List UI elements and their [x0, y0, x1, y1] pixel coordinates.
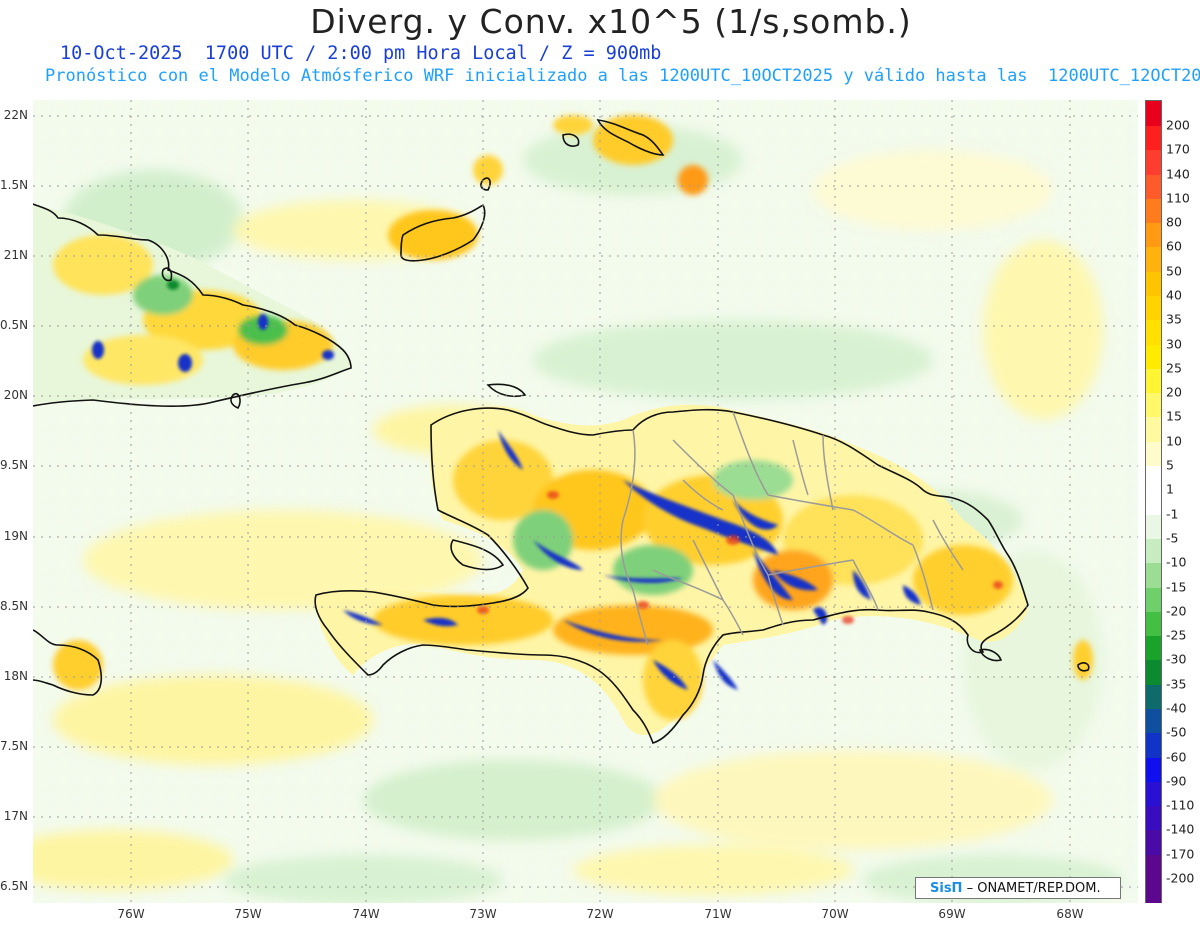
colorbar-label: -1: [1166, 506, 1179, 522]
colorbar-segment: [1146, 344, 1161, 370]
lat-label: 1.5N: [0, 178, 29, 192]
colorbar-label: 5: [1166, 457, 1174, 473]
lon-label: 70W: [821, 907, 849, 921]
colorbar-label: -170: [1166, 846, 1195, 862]
colorbar-label: 30: [1166, 336, 1182, 352]
colorbar-label: 25: [1166, 360, 1182, 376]
credit-brand: SisΠ: [930, 881, 963, 896]
colorbar: [1145, 100, 1162, 903]
colorbar-label: 50: [1166, 263, 1182, 279]
colorbar-segment: [1146, 538, 1161, 565]
colorbar-segment: [1146, 174, 1161, 200]
lat-label: 18N: [3, 669, 28, 683]
lon-label: 76W: [117, 907, 145, 921]
colorbar-segment: [1146, 733, 1161, 759]
colorbar-label: -50: [1166, 724, 1187, 740]
colorbar-label: -40: [1166, 700, 1187, 716]
colorbar-label: -90: [1166, 773, 1187, 789]
colorbar-label: 110: [1166, 190, 1190, 206]
colorbar-segment: [1146, 320, 1161, 346]
colorbar-segment: [1146, 247, 1161, 273]
colorbar-label: 170: [1166, 141, 1190, 157]
lat-label: 20N: [3, 388, 28, 402]
lat-label: 0.5N: [0, 318, 29, 332]
colorbar-segment: [1146, 296, 1161, 322]
colorbar-segment: [1146, 441, 1161, 468]
colorbar-segment: [1146, 806, 1161, 832]
lon-label: 73W: [469, 907, 497, 921]
colorbar-segment: [1146, 150, 1161, 176]
colorbar-segment: [1146, 271, 1161, 298]
colorbar-segment: [1146, 611, 1161, 638]
colorbar-segment: [1146, 854, 1161, 880]
colorbar-segment: [1146, 490, 1161, 516]
lon-label: 71W: [704, 907, 732, 921]
colorbar-segment: [1146, 708, 1161, 735]
colorbar-label: -20: [1166, 603, 1187, 619]
lon-label: 68W: [1056, 907, 1084, 921]
colorbar-label: -60: [1166, 749, 1187, 765]
credit-box: SisΠ – ONAMET/REP.DOM.: [915, 877, 1121, 899]
colorbar-segment: [1146, 417, 1161, 443]
colorbar-label: -110: [1166, 797, 1195, 813]
colorbar-segment: [1146, 514, 1161, 540]
lat-label: 17N: [3, 809, 28, 823]
colorbar-segment: [1146, 757, 1161, 783]
lon-label: 69W: [938, 907, 966, 921]
colorbar-segment: [1146, 126, 1161, 152]
lat-label: 19N: [3, 529, 28, 543]
colorbar-label: -200: [1166, 870, 1195, 886]
colorbar-segment: [1146, 466, 1161, 492]
colorbar-label: -35: [1166, 676, 1187, 692]
colorbar-segment: [1146, 660, 1161, 686]
credit-text: – ONAMET/REP.DOM.: [966, 881, 1101, 896]
lat-label: 7.5N: [0, 739, 29, 753]
colorbar-label: -15: [1166, 579, 1187, 595]
colorbar-label: 15: [1166, 408, 1182, 424]
colorbar-label: 80: [1166, 214, 1182, 230]
colorbar-segment: [1146, 830, 1161, 856]
divergence-map: [33, 100, 1138, 903]
colorbar-segment: [1146, 781, 1161, 808]
colorbar-label: 10: [1166, 433, 1182, 449]
lat-label: 8.5N: [0, 599, 29, 613]
colorbar-label: 140: [1166, 166, 1190, 182]
colorbar-label: 1: [1166, 481, 1174, 497]
valid-time-line: 10-Oct-2025 1700 UTC / 2:00 pm Hora Loca…: [60, 43, 662, 64]
colorbar-segment: [1146, 879, 1161, 903]
colorbar-label: -10: [1166, 554, 1187, 570]
colorbar-segment: [1146, 563, 1161, 589]
colorbar-segment: [1146, 368, 1161, 395]
colorbar-label: 20: [1166, 384, 1182, 400]
lat-label: 9.5N: [0, 458, 29, 472]
colorbar-segment: [1146, 101, 1161, 127]
colorbar-label: 200: [1166, 117, 1190, 133]
colorbar-label: -25: [1166, 627, 1187, 643]
colorbar-segment: [1146, 393, 1161, 419]
colorbar-label: 60: [1166, 238, 1182, 254]
map-title: Diverg. y Conv. x10^5 (1/s,somb.): [310, 2, 912, 41]
lat-label: 22N: [3, 108, 28, 122]
colorbar-segment: [1146, 198, 1161, 225]
colorbar-label: 35: [1166, 311, 1182, 327]
lon-label: 72W: [586, 907, 614, 921]
colorbar-label: 40: [1166, 287, 1182, 303]
colorbar-segment: [1146, 684, 1161, 710]
lon-label: 75W: [234, 907, 262, 921]
colorbar-segment: [1146, 587, 1161, 613]
colorbar-label: -30: [1166, 651, 1187, 667]
colorbar-segment: [1146, 636, 1161, 662]
lat-label: 6.5N: [0, 879, 29, 893]
colorbar-segment: [1146, 223, 1161, 249]
model-info-line: Pronóstico con el Modelo Atmósferico WRF…: [45, 66, 1200, 86]
colorbar-label: -140: [1166, 821, 1195, 837]
lat-label: 21N: [3, 248, 28, 262]
colorbar-label: -5: [1166, 530, 1179, 546]
lon-label: 74W: [352, 907, 380, 921]
